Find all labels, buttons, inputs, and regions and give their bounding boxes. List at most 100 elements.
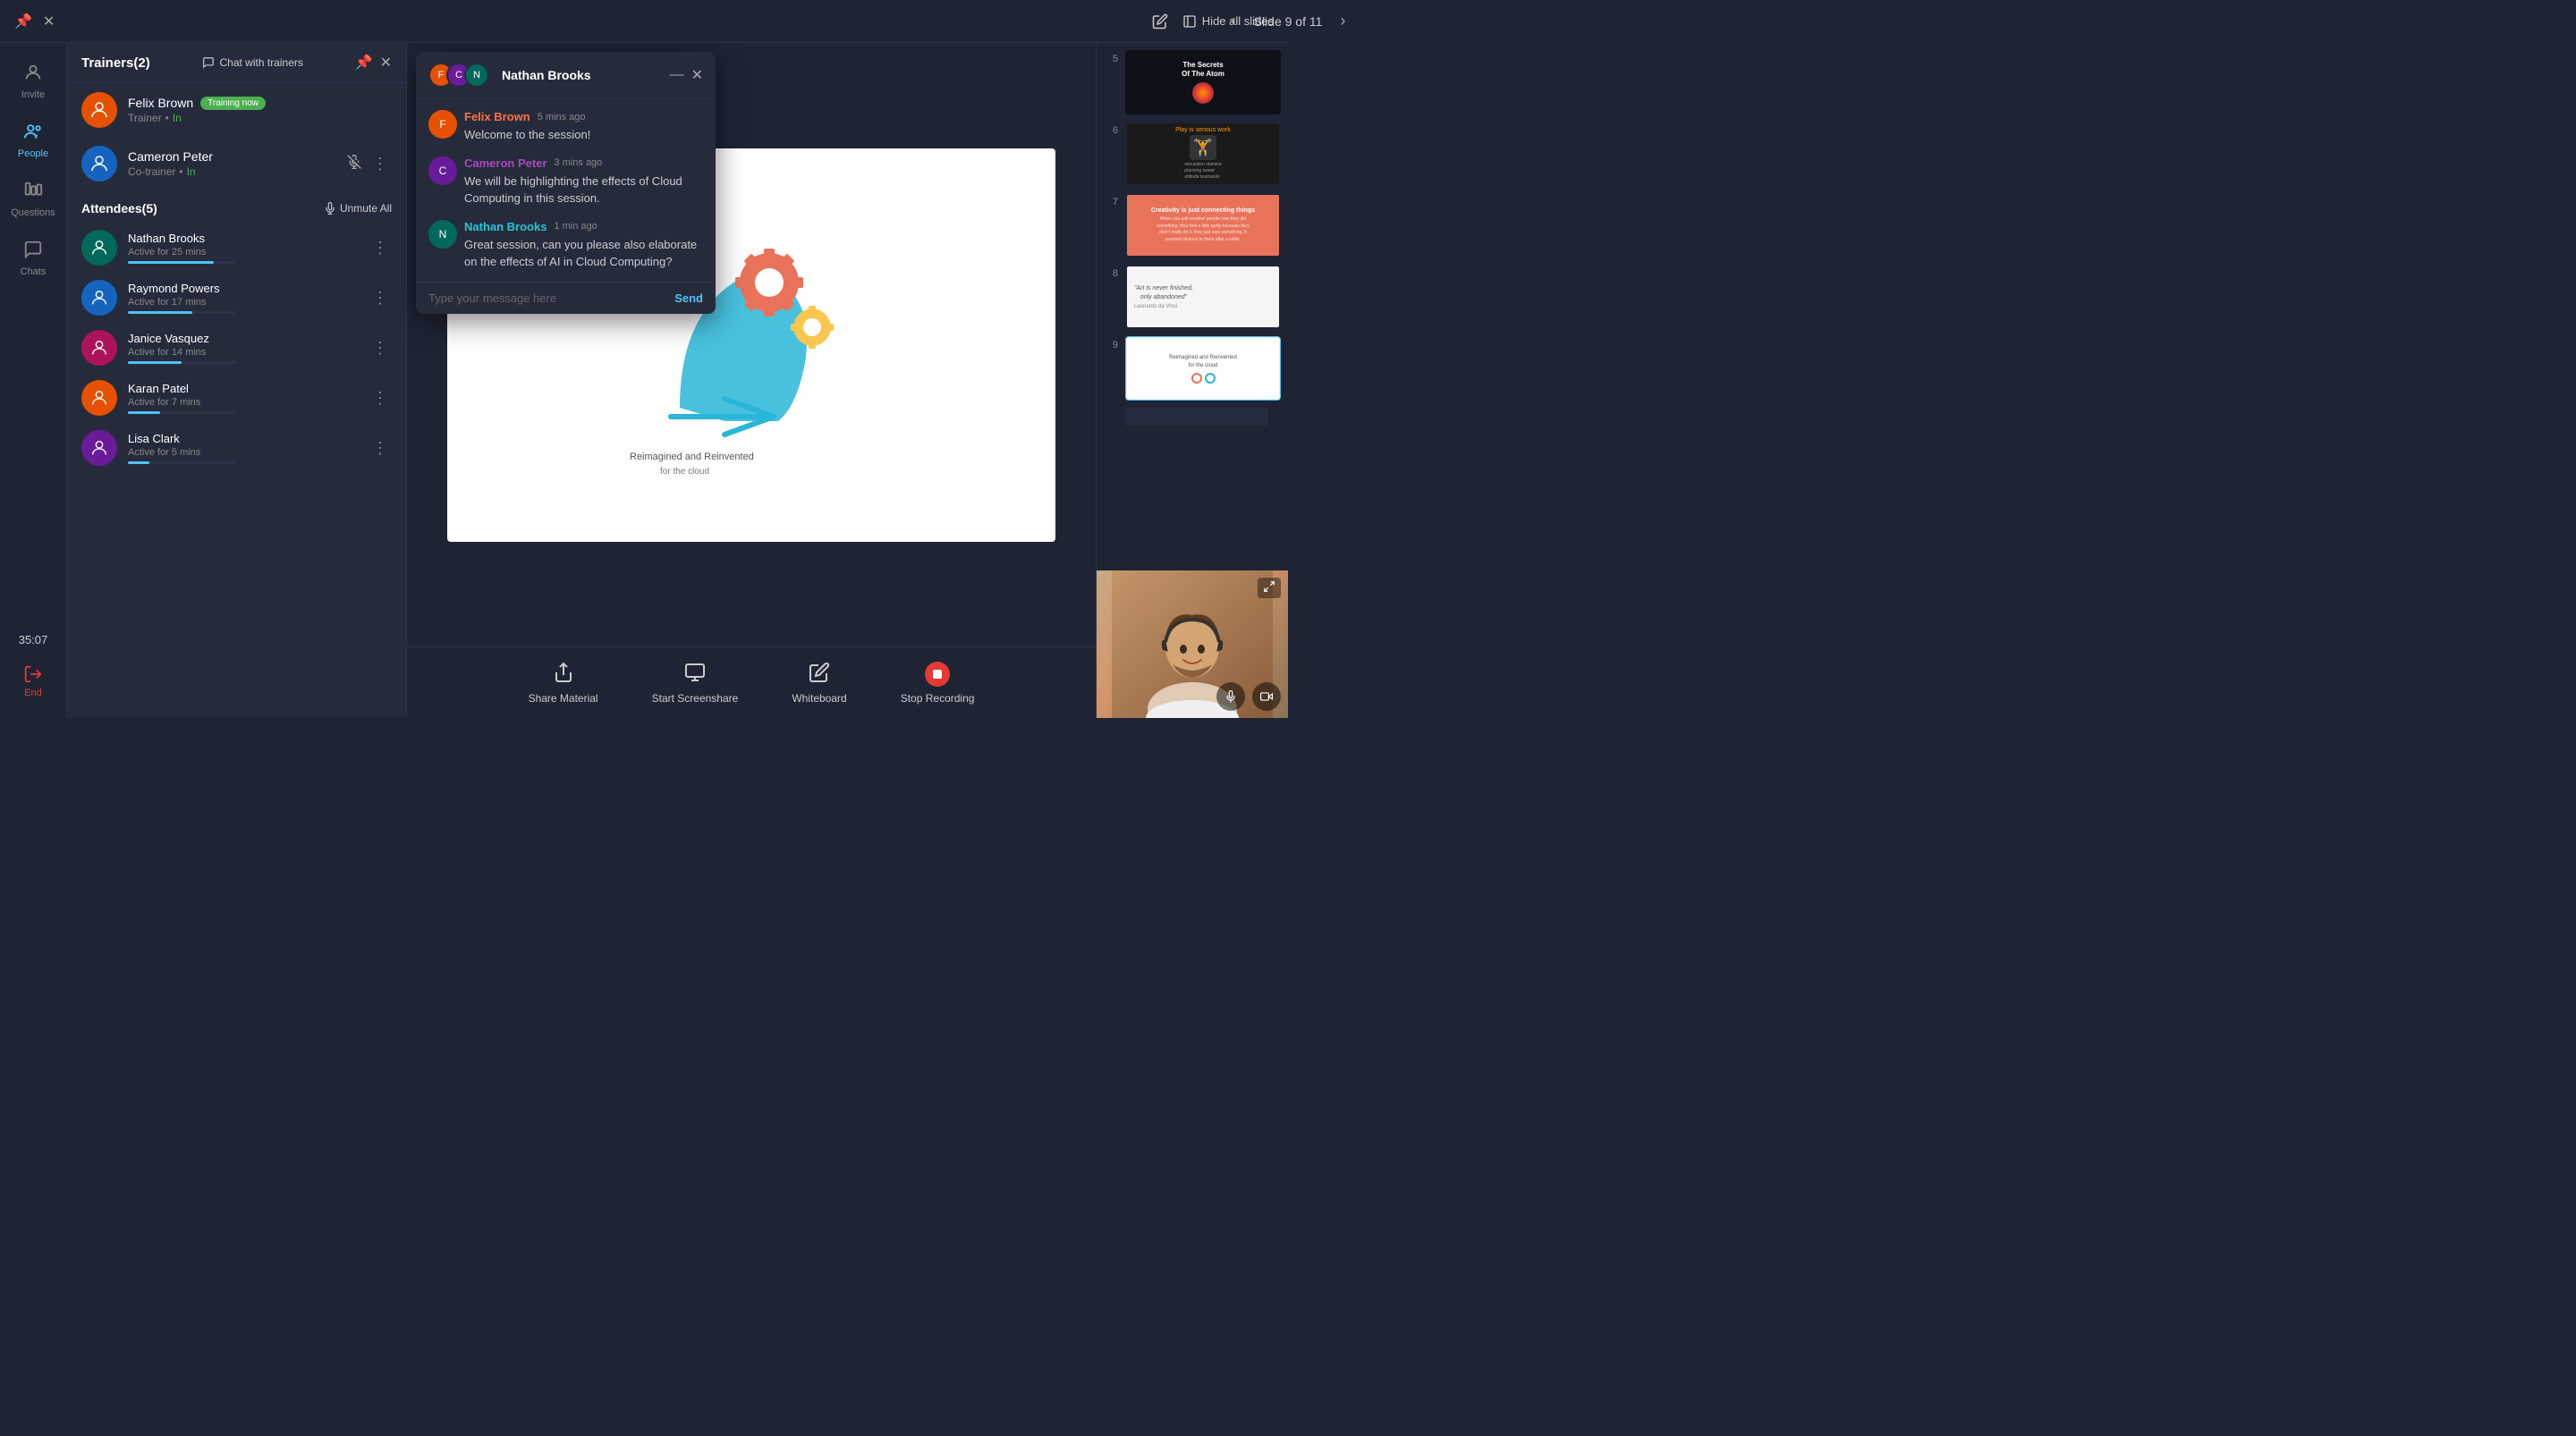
raymond-name: Raymond Powers [128,282,358,295]
slide-num-6: 6 [1104,125,1118,136]
video-panel [1097,570,1288,718]
nathan-info: Nathan Brooks Active for 25 mins [128,232,358,264]
cameron-name: Cameron Peter [128,149,213,164]
slide-thumb-7[interactable]: 7 Creativity is just connecting things W… [1104,193,1281,258]
slide-navigation: ‹ Slide 9 of 11 › [1224,8,1353,34]
stop-recording-label: Stop Recording [901,692,975,705]
slide-thumb-5[interactable]: 5 The SecretsOf The Atom [1104,50,1281,114]
prev-slide-btn[interactable]: ‹ [1224,8,1243,34]
slide-num-7: 7 [1104,197,1118,207]
janice-avatar [81,330,117,366]
bottom-toolbar: Share Material Start Screenshare Whitebo… [407,646,1096,718]
slide-num-5: 5 [1104,54,1118,64]
chat-header-actions: — ✕ [670,66,703,84]
attendee-karan: Karan Patel Active for 7 mins ⋮ [67,373,406,423]
chat-close-btn[interactable]: ✕ [691,66,703,84]
sidebar-item-invite[interactable]: Invite [0,52,66,111]
nathan-avatar [81,230,117,266]
mute-cameron-btn[interactable] [347,155,361,173]
close-panel-btn[interactable]: ✕ [43,13,55,30]
janice-name: Janice Vasquez [128,332,358,345]
nathan-more-btn[interactable]: ⋮ [369,239,392,258]
invite-icon [23,63,43,86]
start-screenshare-btn[interactable]: Start Screenshare [652,662,739,705]
felix-name: Felix Brown [128,96,193,110]
timer-display: 35:07 [0,626,66,654]
karan-more-btn[interactable]: ⋮ [369,389,392,408]
training-badge: Training now [200,97,266,110]
edit-btn[interactable] [1152,13,1168,30]
video-expand-btn[interactable] [1258,578,1281,598]
trainers-header: Trainers(2) Chat with trainers 📌 ✕ [67,43,406,83]
screenshare-label: Start Screenshare [652,692,739,705]
chat-input-area: Send [416,282,716,314]
panel-close-btn[interactable]: ✕ [380,54,392,72]
nathan-status: Active for 25 mins [128,247,358,258]
raymond-info: Raymond Powers Active for 17 mins [128,282,358,314]
slide-img-6: Play is serious work 🏋️ simulation stami… [1125,122,1281,186]
mic-control-btn[interactable] [1216,682,1245,711]
video-controls [1216,682,1281,711]
sidebar-bottom: 35:07 End [0,626,66,709]
next-slide-btn[interactable]: › [1333,8,1352,34]
top-bar: 📌 ✕ ‹ Slide 9 of 11 › Hide all slides [0,0,1288,43]
share-material-btn[interactable]: Share Material [529,662,598,705]
attendee-janice: Janice Vasquez Active for 14 mins ⋮ [67,323,406,373]
sidebar-people-label: People [18,148,48,159]
slides-panel: 5 The SecretsOf The Atom 6 Play is serio… [1097,43,1288,570]
raymond-more-btn[interactable]: ⋮ [369,289,392,308]
chat-overlay: F C N Nathan Brooks — ✕ F [416,52,716,314]
people-icon [23,122,43,145]
panel-pin-btn[interactable]: 📌 [355,54,373,72]
whiteboard-label: Whiteboard [792,692,846,705]
whiteboard-btn[interactable]: Whiteboard [792,662,846,705]
chat-avatar-nathan: N [464,63,489,88]
slide-thumb-8[interactable]: 8 "Art is never finished,only abandoned"… [1104,265,1281,329]
raymond-status: Active for 17 mins [128,297,358,308]
cameron-more-btn[interactable]: ⋮ [369,155,392,173]
chat-avatars: F C N [428,63,489,88]
slide-num-9: 9 [1104,340,1118,351]
cameron-msg-text: We will be highlighting the effects of C… [464,173,703,207]
sidebar-item-people[interactable]: People [0,111,66,170]
nathan-msg-time: 1 min ago [554,221,597,232]
janice-more-btn[interactable]: ⋮ [369,339,392,358]
lisa-more-btn[interactable]: ⋮ [369,439,392,458]
left-sidebar: Invite People Questions Chats [0,43,67,718]
felix-msg-avatar: F [428,110,457,139]
chat-with-trainers-btn[interactable]: Chat with trainers [202,56,303,69]
cameron-msg-name: Cameron Peter [464,156,547,170]
cameron-actions: ⋮ [347,155,392,173]
camera-control-btn[interactable] [1252,682,1281,711]
slide-thumb-9[interactable]: 9 Reimagined and Reinventedfor the cloud [1104,336,1281,401]
cameron-role: Co-trainer [128,165,175,178]
janice-status: Active for 14 mins [128,347,358,358]
attendee-nathan: Nathan Brooks Active for 25 mins ⋮ [67,223,406,273]
karan-progress-fill [128,411,160,414]
felix-status: In [173,112,182,124]
end-session-btn[interactable]: End [0,654,66,709]
unmute-all-btn[interactable]: Unmute All [324,202,392,215]
chat-title: Nathan Brooks [502,68,661,82]
chat-minimize-btn[interactable]: — [670,66,684,84]
cameron-info: Cameron Peter Co-trainer • In [128,149,336,178]
more-slides-indicator [1104,408,1281,426]
cameron-role-dot: • [179,165,182,178]
sidebar-item-chats[interactable]: Chats [0,229,66,288]
sidebar-item-questions[interactable]: Questions [0,170,66,229]
slide-thumb-6[interactable]: 6 Play is serious work 🏋️ simulation sta… [1104,122,1281,186]
send-message-btn[interactable]: Send [674,291,703,305]
nathan-msg-content: Nathan Brooks 1 min ago Great session, c… [464,220,703,271]
lisa-progress-fill [128,461,149,464]
nathan-name: Nathan Brooks [128,232,358,245]
felix-msg-content: Felix Brown 5 mins ago Welcome to the se… [464,110,703,144]
slide-img-8: "Art is never finished,only abandoned" L… [1125,265,1281,329]
pin-icon-btn[interactable]: 📌 [14,13,32,30]
janice-progress-fill [128,361,182,364]
karan-status: Active for 7 mins [128,397,358,408]
slide-img-9: Reimagined and Reinventedfor the cloud [1125,336,1281,401]
chat-input[interactable] [428,291,665,305]
stop-recording-btn[interactable]: Stop Recording [901,662,975,705]
trainer-item-cameron: Cameron Peter Co-trainer • In ⋮ [67,137,406,190]
nathan-msg-name: Nathan Brooks [464,220,547,233]
